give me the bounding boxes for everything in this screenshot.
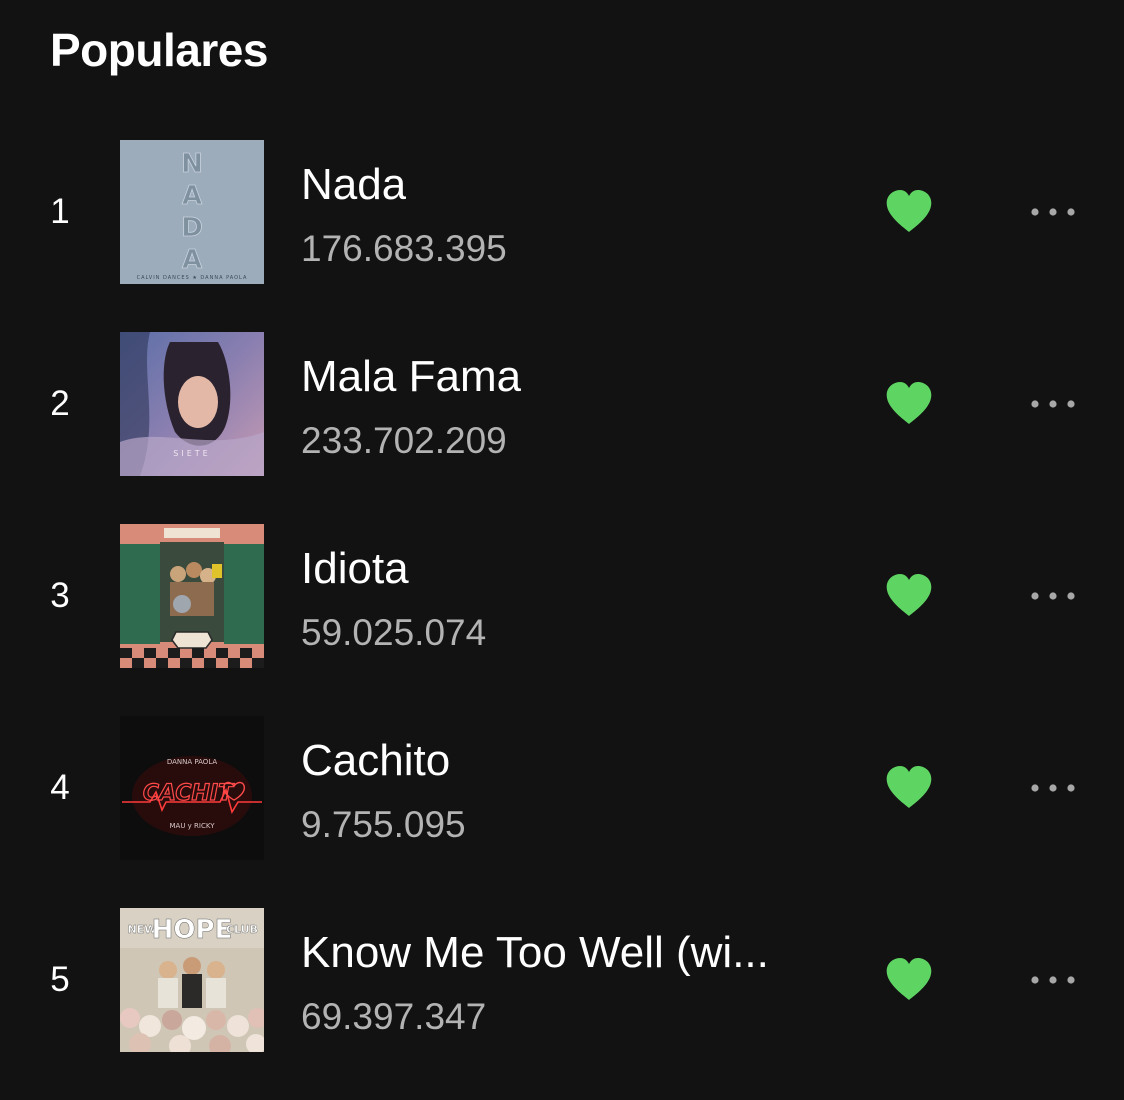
- svg-text:SIETE: SIETE: [173, 449, 210, 458]
- svg-text:DANNA PAOLA: DANNA PAOLA: [167, 758, 218, 766]
- track-title[interactable]: Nada: [301, 158, 406, 212]
- track-play-count: 9.755.095: [301, 804, 466, 845]
- svg-text:MAU y RICKY: MAU y RICKY: [170, 822, 216, 830]
- svg-text:A: A: [182, 245, 202, 275]
- section-title: Populares: [50, 24, 268, 76]
- album-cover-siete: SIETE: [120, 332, 264, 476]
- more-options-icon[interactable]: [1024, 774, 1082, 802]
- track-title[interactable]: Idiota: [301, 542, 409, 596]
- track-number: 1: [50, 192, 70, 231]
- track-number: 4: [50, 768, 70, 807]
- track-title[interactable]: Cachito: [301, 734, 450, 788]
- track-number: 5: [50, 960, 70, 999]
- track-title[interactable]: Know Me Too Well (wi...: [301, 926, 769, 980]
- svg-text:A: A: [182, 181, 202, 211]
- track-row[interactable]: 5 NEW HOPE CLUB Know Me Too Well (wi... …: [0, 908, 1124, 1052]
- track-number: 3: [50, 576, 70, 615]
- track-play-count: 59.025.074: [301, 612, 487, 653]
- more-options-icon[interactable]: [1024, 390, 1082, 418]
- more-options-icon[interactable]: [1024, 582, 1082, 610]
- album-cover-new-hope-club: NEW HOPE CLUB: [120, 908, 264, 1052]
- album-cover-nada: N A D A CALVIN DANCES ★ DANNA PAOLA: [120, 140, 264, 284]
- track-play-count: 69.397.347: [301, 996, 487, 1037]
- album-cover-cachito: DANNA PAOLA CACHIT MAU y RICKY: [120, 716, 264, 860]
- svg-text:CLUB: CLUB: [226, 923, 258, 936]
- track-row[interactable]: 3 Idiota 59.025.074: [0, 524, 1124, 668]
- track-row[interactable]: 2 SIETE Mala Fama 233.702.209: [0, 332, 1124, 476]
- liked-heart-icon[interactable]: [885, 958, 933, 1002]
- svg-text:HOPE: HOPE: [152, 915, 233, 945]
- liked-heart-icon[interactable]: [885, 382, 933, 426]
- svg-text:CALVIN DANCES ★ DANNA PAOLA: CALVIN DANCES ★ DANNA PAOLA: [137, 275, 248, 281]
- track-title[interactable]: Mala Fama: [301, 350, 521, 404]
- track-play-count: 176.683.395: [301, 228, 507, 269]
- track-row[interactable]: 1 N A D A CALVIN DANCES ★ DANNA PAOLA Na…: [0, 140, 1124, 284]
- svg-text:D: D: [181, 213, 203, 243]
- liked-heart-icon[interactable]: [885, 574, 933, 618]
- svg-text:CACHIT: CACHIT: [143, 781, 235, 806]
- more-options-icon[interactable]: [1024, 198, 1082, 226]
- svg-text:N: N: [181, 149, 203, 179]
- popular-tracks-list: 1 N A D A CALVIN DANCES ★ DANNA PAOLA Na…: [0, 140, 1124, 1100]
- liked-heart-icon[interactable]: [885, 190, 933, 234]
- track-row[interactable]: 4 DANNA PAOLA CACHIT MAU y RICKY Cachito…: [0, 716, 1124, 860]
- track-play-count: 233.702.209: [301, 420, 507, 461]
- album-cover-morat: [120, 524, 264, 668]
- more-options-icon[interactable]: [1024, 966, 1082, 994]
- liked-heart-icon[interactable]: [885, 766, 933, 810]
- track-number: 2: [50, 384, 70, 423]
